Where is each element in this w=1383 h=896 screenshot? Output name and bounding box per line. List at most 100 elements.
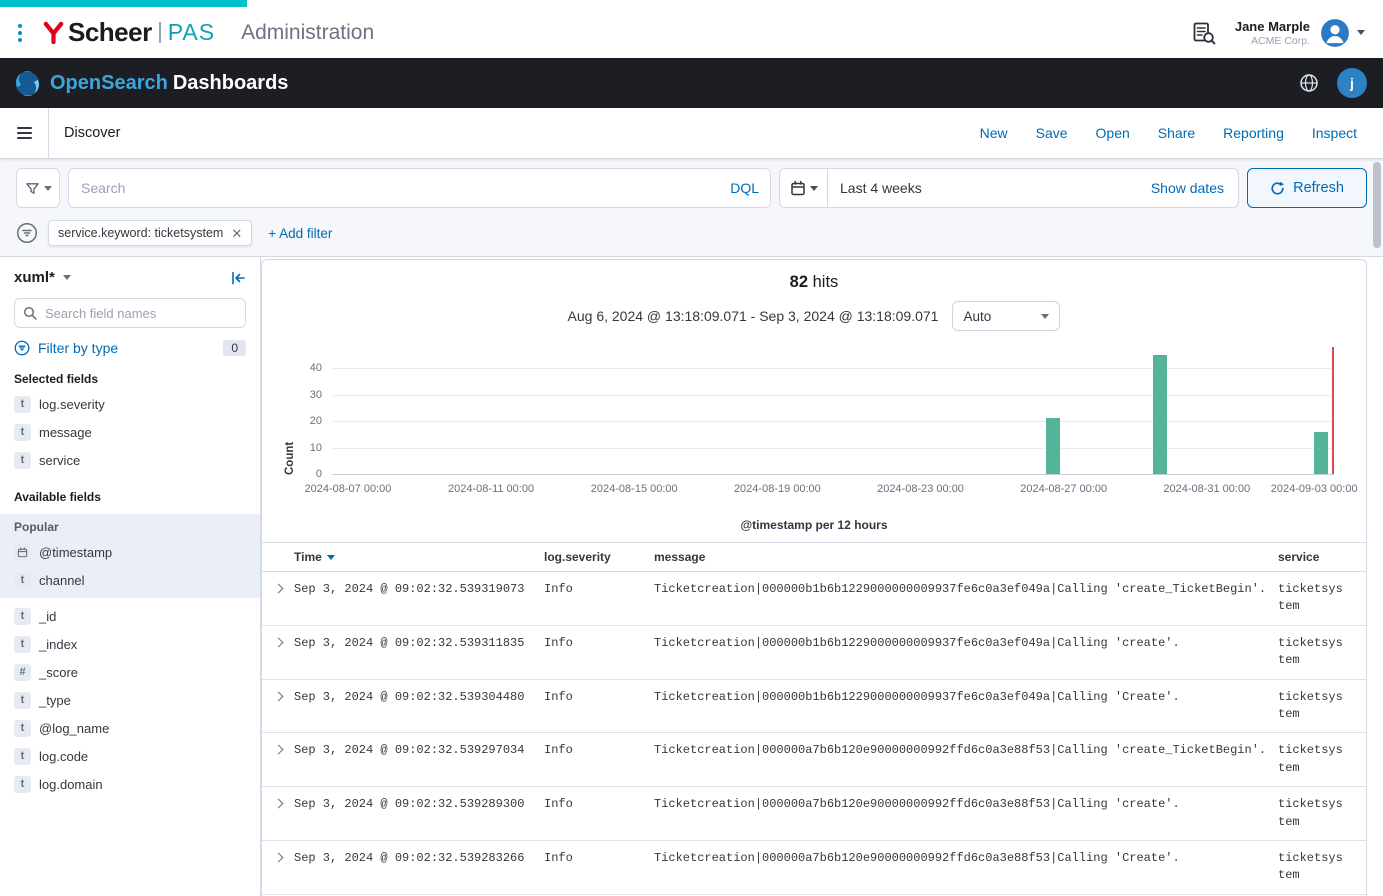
kebab-menu-icon[interactable] — [14, 20, 26, 46]
selected-fields-label: Selected fields — [14, 372, 246, 386]
expand-row-button[interactable] — [262, 742, 294, 777]
expand-row-button[interactable] — [262, 581, 294, 616]
collapse-sidebar-icon[interactable] — [230, 270, 246, 286]
index-pattern-name: xuml* — [14, 269, 55, 286]
cell-message: Ticketcreation|000000b1b6b12290000000099… — [654, 689, 1278, 724]
field-name: service — [39, 453, 80, 468]
filter-circle-icon[interactable] — [16, 222, 38, 244]
log-search-icon[interactable] — [1191, 20, 1217, 46]
expand-row-button[interactable] — [262, 635, 294, 670]
refresh-button[interactable]: Refresh — [1247, 168, 1367, 208]
table-row: Sep 3, 2024 @ 09:02:32.539289300InfoTick… — [262, 787, 1366, 841]
x-axis-tick-label: 2024-08-15 00:00 — [574, 483, 694, 495]
field-log.code[interactable]: tlog.code — [14, 742, 246, 770]
add-filter-link[interactable]: + Add filter — [268, 226, 332, 241]
doc-table: Time log.severitymessageservice Sep 3, 20… — [262, 542, 1366, 896]
cell-service: ticketsystem — [1278, 796, 1366, 831]
field-log.severity[interactable]: tlog.severity — [14, 390, 246, 418]
column-header-service[interactable]: service — [1278, 550, 1366, 564]
chart-gridline — [332, 395, 1334, 396]
cell-severity: Info — [544, 742, 654, 777]
field-type-number-icon: # — [14, 664, 31, 681]
fields-sidebar: xuml* Filte — [0, 257, 261, 896]
scheer-pas-logo: Scheer PAS — [42, 17, 215, 48]
cell-time: Sep 3, 2024 @ 09:02:32.539283266 — [294, 850, 544, 885]
scrollbar-thumb[interactable] — [1373, 162, 1381, 248]
field-type-date-icon — [14, 544, 31, 561]
brand-suffix: PAS — [168, 19, 215, 46]
histogram-bar[interactable] — [1153, 355, 1167, 474]
interval-value: Auto — [963, 309, 991, 324]
content: xuml* Filte — [0, 257, 1383, 896]
filter-by-type[interactable]: Filter by type 0 — [14, 340, 246, 356]
user-avatar-icon[interactable] — [1320, 18, 1350, 48]
field-log.domain[interactable]: tlog.domain — [14, 770, 246, 798]
field-_id[interactable]: t_id — [14, 602, 246, 630]
field-_score[interactable]: #_score — [14, 658, 246, 686]
remove-filter-icon[interactable]: ✕ — [231, 227, 242, 240]
index-pattern-select[interactable]: xuml* — [14, 269, 71, 286]
field-_type[interactable]: t_type — [14, 686, 246, 714]
column-header-log-severity[interactable]: log.severity — [544, 550, 654, 564]
interval-select[interactable]: Auto — [952, 301, 1060, 331]
column-header-message[interactable]: message — [654, 550, 1278, 564]
x-axis-tick-label: 2024-08-19 00:00 — [717, 483, 837, 495]
nav-link-share[interactable]: Share — [1158, 125, 1195, 141]
chart-plot-area — [332, 347, 1334, 475]
cell-severity: Info — [544, 689, 654, 724]
field-channel[interactable]: tchannel — [14, 566, 246, 594]
caret-down-icon[interactable] — [1357, 30, 1365, 35]
app-title: Discover — [64, 125, 120, 141]
search-input[interactable] — [68, 168, 771, 208]
filter-pill[interactable]: service.keyword: ticketsystem ✕ — [48, 220, 252, 246]
field-type-string-icon: t — [14, 452, 31, 469]
field-type-string-icon: t — [14, 748, 31, 765]
cell-service: ticketsystem — [1278, 635, 1366, 670]
field-message[interactable]: tmessage — [14, 418, 246, 446]
doc-table-body: Sep 3, 2024 @ 09:02:32.539319073InfoTick… — [262, 572, 1366, 896]
saved-query-button[interactable] — [16, 168, 60, 208]
chart-gridline — [332, 368, 1334, 369]
caret-down-icon — [44, 186, 52, 191]
field-type-string-icon: t — [14, 608, 31, 625]
histogram-bar[interactable] — [1046, 418, 1060, 474]
y-axis-tick-label: 20 — [268, 415, 322, 427]
x-axis-tick-label: 2024-09-03 00:00 — [1254, 483, 1367, 495]
expand-row-button[interactable] — [262, 850, 294, 885]
expand-row-button[interactable] — [262, 796, 294, 831]
table-row: Sep 3, 2024 @ 09:02:32.539297034InfoTick… — [262, 733, 1366, 787]
expand-row-button[interactable] — [262, 689, 294, 724]
column-label: Time — [294, 550, 322, 564]
hits-count: 82 — [790, 273, 808, 291]
y-axis-tick-label: 10 — [268, 442, 322, 454]
nav-link-new[interactable]: New — [980, 125, 1008, 141]
column-header-time[interactable]: Time — [294, 550, 544, 564]
field-type-string-icon: t — [14, 424, 31, 441]
nav-link-open[interactable]: Open — [1096, 125, 1130, 141]
menu-icon[interactable] — [0, 108, 49, 158]
histogram-chart: Count 0102030402024-08-07 00:002024-08-1… — [268, 343, 1360, 509]
chevron-right-icon — [273, 637, 283, 647]
field-@timestamp[interactable]: @timestamp — [14, 538, 246, 566]
globe-icon[interactable] — [1299, 73, 1319, 93]
time-range-value[interactable]: Last 4 weeks — [828, 180, 1151, 196]
x-axis-tick-label: 2024-08-11 00:00 — [431, 483, 551, 495]
user-org: ACME Corp. — [1251, 35, 1310, 47]
histogram-bar[interactable] — [1314, 432, 1328, 474]
nav-link-reporting[interactable]: Reporting — [1223, 125, 1284, 141]
nav-link-inspect[interactable]: Inspect — [1312, 125, 1357, 141]
calendar-button[interactable] — [780, 169, 828, 207]
nav-link-save[interactable]: Save — [1036, 125, 1068, 141]
current-time-marker — [1332, 347, 1334, 474]
field-service[interactable]: t service — [14, 446, 246, 474]
field-_index[interactable]: t_index — [14, 630, 246, 658]
field-search-input[interactable] — [14, 298, 246, 328]
osd-user-avatar[interactable]: j — [1337, 68, 1367, 98]
show-dates-link[interactable]: Show dates — [1151, 180, 1238, 196]
app-bar: Discover New Save Open Share Reporting Inspec… — [0, 108, 1383, 159]
query-bar: DQL Last 4 weeks Show dates Refresh — [0, 159, 1383, 216]
query-language-button[interactable]: DQL — [730, 180, 759, 196]
cell-severity: Info — [544, 850, 654, 885]
field-type-string-icon: t — [14, 396, 31, 413]
field-@log_name[interactable]: t@log_name — [14, 714, 246, 742]
